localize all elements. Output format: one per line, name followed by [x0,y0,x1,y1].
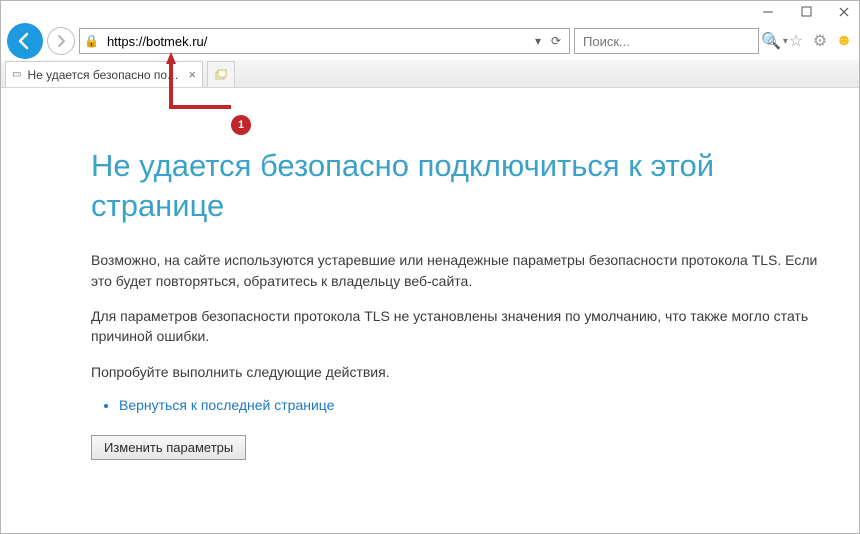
toolbar-icons: ⌂ ☆ ⚙ ☻ [763,32,853,50]
search-input[interactable] [581,33,761,50]
forward-button[interactable] [47,27,75,55]
url-input[interactable] [105,33,529,50]
feedback-icon[interactable]: ☻ [835,32,853,50]
lock-icon: 🔒 [84,34,99,48]
home-icon[interactable]: ⌂ [763,32,781,50]
error-heading: Не удается безопасно подключиться к этой… [91,146,829,225]
tab-bar: ▭ Не удается безопасно под... × [1,60,859,88]
close-icon[interactable] [835,3,853,21]
new-tab-button[interactable] [207,61,235,87]
window-titlebar [1,1,859,22]
tab-favicon: ▭ [12,69,21,80]
browser-window: 🔒 ▾ ⟳ 🔍▾ ⌂ ☆ ⚙ ☻ 1 ▭ Не удается б [0,0,860,534]
tab-active[interactable]: ▭ Не удается безопасно под... × [5,61,203,87]
list-item: Вернуться к последней странице [119,397,829,415]
navigation-bar: 🔒 ▾ ⟳ 🔍▾ ⌂ ☆ ⚙ ☻ 1 [1,22,859,60]
error-paragraph-2: Для параметров безопасности протокола TL… [91,306,829,347]
maximize-icon[interactable] [797,3,815,21]
back-button[interactable] [7,23,43,59]
minimize-icon[interactable] [759,3,777,21]
annotation-badge-1: 1 [231,115,251,135]
tab-title: Не удается безопасно под... [27,68,182,82]
change-settings-button[interactable]: Изменить параметры [91,435,246,460]
favorites-icon[interactable]: ☆ [787,32,805,50]
address-bar[interactable]: 🔒 ▾ ⟳ [79,28,570,54]
refresh-icon[interactable]: ⟳ [547,34,565,48]
page-content: Не удается безопасно подключиться к этой… [1,88,859,533]
error-paragraph-1: Возможно, на сайте используются устаревш… [91,250,829,291]
settings-icon[interactable]: ⚙ [811,32,829,50]
error-paragraph-3: Попробуйте выполнить следующие действия. [91,362,829,382]
tab-close-icon[interactable]: × [188,67,196,82]
dropdown-icon[interactable]: ▾ [529,34,547,48]
search-bar[interactable]: 🔍▾ [574,28,759,54]
go-back-link[interactable]: Вернуться к последней странице [119,397,334,413]
